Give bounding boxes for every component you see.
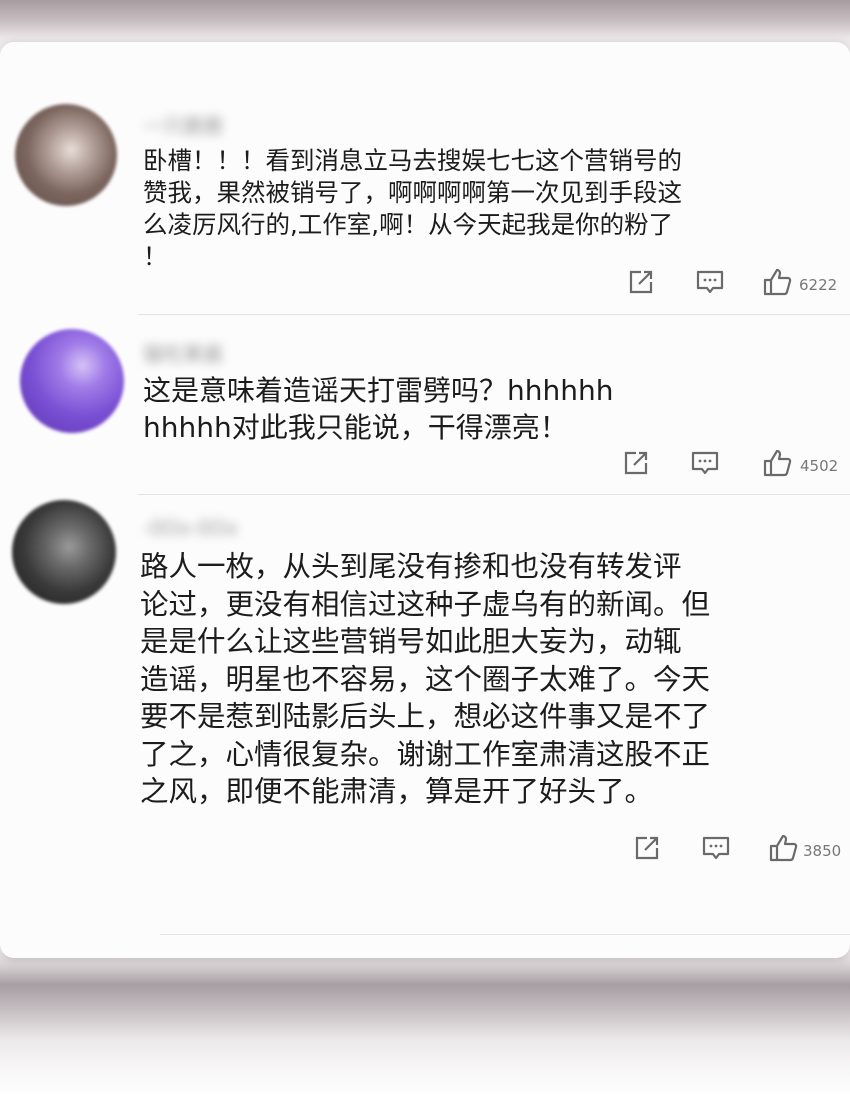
comment-actions: 6222 [620,266,850,298]
share-icon [620,447,652,479]
share-button[interactable] [631,832,663,864]
comment-icon [700,832,732,864]
like-button[interactable] [768,832,800,864]
username[interactable]: 猫吃果酱 [143,338,223,366]
username[interactable]: -0Ox-0Ox [143,516,238,542]
reply-button[interactable] [689,447,721,479]
like-count: 3850 [803,842,842,860]
thumbs-up-icon [762,266,794,298]
like-count: 4502 [800,457,839,475]
like-button[interactable] [762,447,794,479]
comment-item: -0Ox-0Ox 路人一枚，从头到尾没有掺和也没有转发评 论过，更没有相信过这种… [0,494,850,935]
comment-text: 路人一枚，从头到尾没有掺和也没有转发评 论过，更没有相信过这种子虚乌有的新闻。但… [140,550,711,808]
avatar[interactable] [15,104,117,206]
comment-text: 卧槽！！！看到消息立马去搜娱七七这个营销号的 赞我，果然被销号了，啊啊啊啊第一次… [143,146,682,271]
divider [160,934,850,935]
like-count: 6222 [799,276,838,294]
comment-actions: 4502 [617,447,847,479]
share-icon [625,266,657,298]
reply-button[interactable] [700,832,732,864]
comment-text: 这是意味着造谣天打雷劈吗？hhhhhh hhhhh对此我只能说，干得漂亮！ [143,374,614,444]
avatar[interactable] [12,500,116,604]
comment-item: 一只鹿鹿 卧槽！！！看到消息立马去搜娱七七这个营销号的 赞我，果然被销号了，啊啊… [0,42,850,315]
avatar[interactable] [20,329,124,433]
reply-button[interactable] [694,266,726,298]
share-icon [631,832,663,864]
comment-icon [694,266,726,298]
comment-actions: 3850 [628,832,850,864]
like-button[interactable] [762,266,794,298]
comment-icon [689,447,721,479]
thumbs-up-icon [762,447,794,479]
comment-item: 猫吃果酱 这是意味着造谣天打雷劈吗？hhhhhh hhhhh对此我只能说，干得漂… [0,314,850,495]
share-button[interactable] [625,266,657,298]
share-button[interactable] [620,447,652,479]
thumbs-up-icon [768,832,800,864]
comment-list: 一只鹿鹿 卧槽！！！看到消息立马去搜娱七七这个营销号的 赞我，果然被销号了，啊啊… [0,42,850,958]
username[interactable]: 一只鹿鹿 [143,110,223,138]
